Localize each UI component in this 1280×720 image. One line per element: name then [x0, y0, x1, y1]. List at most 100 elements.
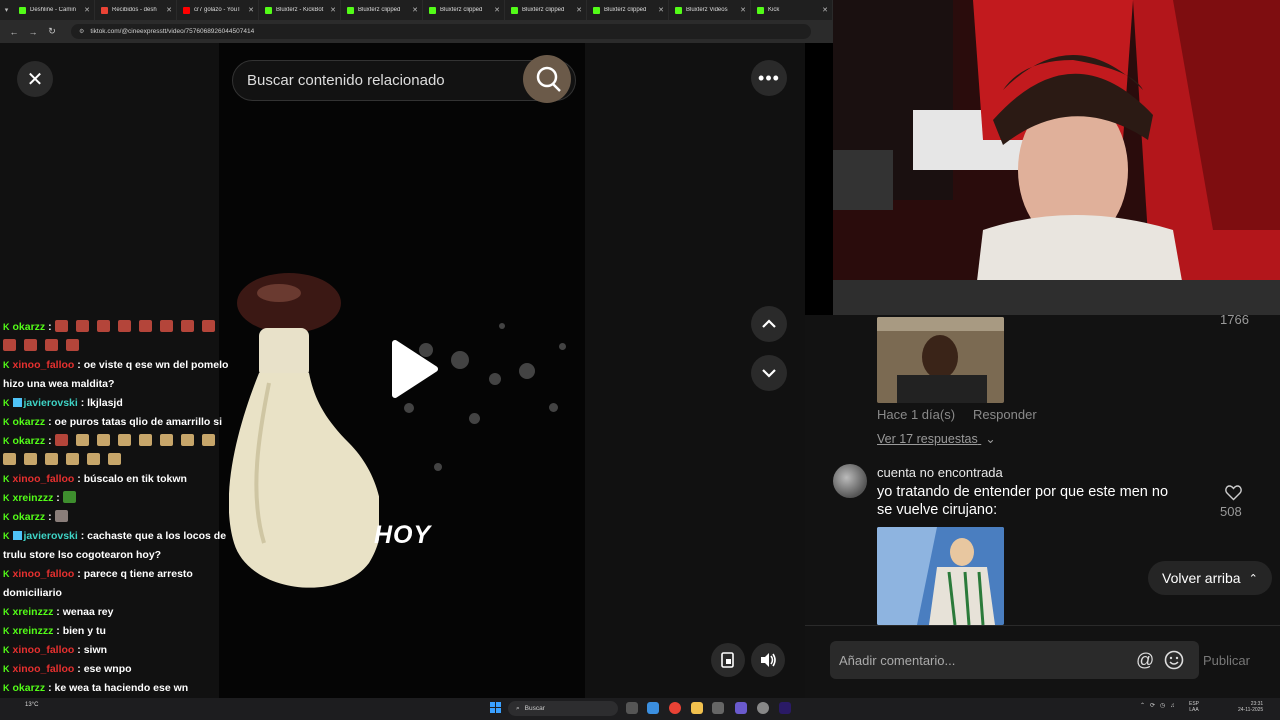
tab-favicon-icon	[429, 6, 436, 14]
file-explorer-icon[interactable]	[691, 702, 703, 714]
chat-username[interactable]: xreinzzz	[13, 492, 54, 504]
browser-tab[interactable]: cr7 golazo - YouT ✕	[177, 0, 259, 20]
taskbar-search[interactable]: ⌕ Buscar	[508, 701, 618, 716]
chat-message: Kxreinzzz : wenaa rey	[0, 603, 240, 622]
close-button[interactable]: ✕	[17, 61, 53, 97]
browser-tab[interactable]: Bluxterz clipped ✕	[505, 0, 587, 20]
chat-text: ese wnpo	[83, 663, 132, 675]
chat-username[interactable]: xreinzzz	[13, 606, 54, 618]
forward-icon[interactable]: →	[25, 27, 41, 37]
video-player[interactable]: HOY	[219, 43, 585, 698]
previous-video-button[interactable]	[751, 306, 787, 342]
tab-close-icon[interactable]: ✕	[412, 6, 418, 14]
more-options-button[interactable]: •••	[751, 60, 787, 96]
chat-username[interactable]: okarzz	[13, 416, 46, 428]
kick-badge-icon: K	[3, 512, 10, 522]
chat-emote-icon	[54, 320, 68, 332]
tab-close-icon[interactable]: ✕	[166, 6, 172, 14]
chat-username[interactable]: okarzz	[13, 511, 46, 523]
chat-emote-icon	[3, 453, 16, 465]
tab-close-icon[interactable]: ✕	[822, 6, 828, 14]
chat-username[interactable]: xreinzzz	[13, 625, 54, 637]
comments-panel: 1766 Hace 1 día(s) Responder Ver 17 respu…	[805, 315, 1280, 625]
browser-tab[interactable]: Bluxterz clipped ✕	[587, 0, 669, 20]
tab-close-icon[interactable]: ✕	[330, 6, 336, 14]
premiere-icon[interactable]	[779, 702, 791, 714]
tab-favicon-icon	[183, 6, 190, 14]
publish-button[interactable]: Publicar	[1203, 653, 1250, 668]
chevron-down-icon: ⌄	[985, 432, 996, 446]
back-to-top-button[interactable]: Volver arriba ⌃	[1148, 561, 1272, 595]
url-text: tiktok.com/@cineexpresstt/video/75760689…	[90, 28, 255, 35]
chat-username[interactable]: javierovski	[24, 530, 78, 542]
more-icon: •••	[758, 67, 780, 88]
browser-tab[interactable]: Bluxterz clipped ✕	[341, 0, 423, 20]
emoji-icon[interactable]	[1164, 650, 1184, 670]
heart-icon[interactable]	[1225, 485, 1242, 501]
tab-close-icon[interactable]: ✕	[658, 6, 664, 14]
store-icon[interactable]	[712, 702, 724, 714]
volume-button[interactable]	[751, 643, 785, 677]
comment-author[interactable]: cuenta no encontrada	[877, 465, 1003, 480]
chrome-icon[interactable]	[669, 702, 681, 714]
chat-username[interactable]: okarzz	[13, 321, 46, 333]
chat-username[interactable]: okarzz	[13, 435, 46, 447]
browser-tab[interactable]: Deshline - Camin ✕	[13, 0, 95, 20]
reply-button[interactable]: Responder	[973, 407, 1037, 422]
chevron-up-icon	[762, 319, 776, 328]
windows-start-icon[interactable]	[490, 702, 501, 713]
related-search-input[interactable]: Buscar contenido relacionado	[232, 55, 576, 103]
tab-label: Recibidos - desh	[112, 7, 157, 13]
tab-favicon-icon	[265, 6, 272, 14]
chat-emote-icon	[87, 453, 100, 465]
browser-tab[interactable]: Bluxterz Videos ✕	[669, 0, 751, 20]
chat-username[interactable]: xinoo_falloo	[13, 568, 75, 580]
site-info-icon[interactable]: ⚙	[79, 28, 84, 35]
mention-icon[interactable]: @	[1136, 650, 1154, 671]
language-indicator[interactable]: ESP LAA	[1189, 701, 1199, 713]
weather-widget[interactable]: 13°C	[25, 702, 38, 708]
comment-gif-image[interactable]	[877, 317, 1004, 403]
tab-search-icon[interactable]: ▾	[0, 0, 13, 20]
chat-username[interactable]: xinoo_falloo	[13, 644, 75, 656]
tab-close-icon[interactable]: ✕	[576, 6, 582, 14]
chat-emote-icon	[201, 434, 215, 446]
copilot-icon[interactable]	[647, 702, 659, 714]
chat-username[interactable]: xinoo_falloo	[13, 663, 75, 675]
chat-username[interactable]: xinoo_falloo	[13, 473, 75, 485]
floating-player-button[interactable]	[711, 643, 745, 677]
search-icon[interactable]	[521, 53, 573, 105]
tab-close-icon[interactable]: ✕	[494, 6, 500, 14]
chat-text: bien y tu	[62, 625, 106, 637]
tab-close-icon[interactable]: ✕	[84, 6, 90, 14]
bokeh-light	[434, 463, 442, 471]
browser-tab[interactable]: Bluxterz clipped ✕	[423, 0, 505, 20]
clock[interactable]: 23:31 24-11-2025	[1238, 701, 1263, 713]
tab-label: Bluxterz clipped	[522, 7, 565, 13]
task-view-icon[interactable]	[626, 702, 638, 714]
back-icon[interactable]: ←	[6, 27, 22, 37]
avatar[interactable]	[833, 464, 867, 498]
view-replies-link[interactable]: Ver 17 respuestas ⌄	[877, 431, 996, 446]
chat-username[interactable]: javierovski	[24, 397, 78, 409]
discord-icon[interactable]	[735, 702, 747, 714]
obs-icon[interactable]	[757, 702, 769, 714]
reload-icon[interactable]: ↻	[44, 26, 60, 37]
browser-tab[interactable]: Bluxterz - KickBot ✕	[259, 0, 341, 20]
chat-emote-icon	[159, 434, 173, 446]
system-tray-icons[interactable]: ⌃ ⟳ ◷ ♫	[1140, 702, 1175, 709]
video-caption: HOY	[374, 521, 432, 549]
tab-favicon-icon	[593, 6, 600, 14]
chat-message: Kokarzz :	[0, 432, 240, 470]
tab-close-icon[interactable]: ✕	[740, 6, 746, 14]
browser-tab[interactable]: Recibidos - desh ✕	[95, 0, 177, 20]
chat-username[interactable]: xinoo_falloo	[13, 359, 75, 371]
url-field[interactable]: ⚙ tiktok.com/@cineexpresstt/video/757606…	[71, 24, 811, 39]
browser-tab[interactable]: Kick ✕	[751, 0, 833, 20]
play-icon[interactable]	[381, 339, 441, 399]
tab-close-icon[interactable]: ✕	[248, 6, 254, 14]
comment-gif-image[interactable]	[877, 527, 1004, 625]
chat-message: Kxreinzzz :	[0, 489, 240, 508]
next-video-button[interactable]	[751, 355, 787, 391]
chat-username[interactable]: okarzz	[13, 682, 46, 694]
